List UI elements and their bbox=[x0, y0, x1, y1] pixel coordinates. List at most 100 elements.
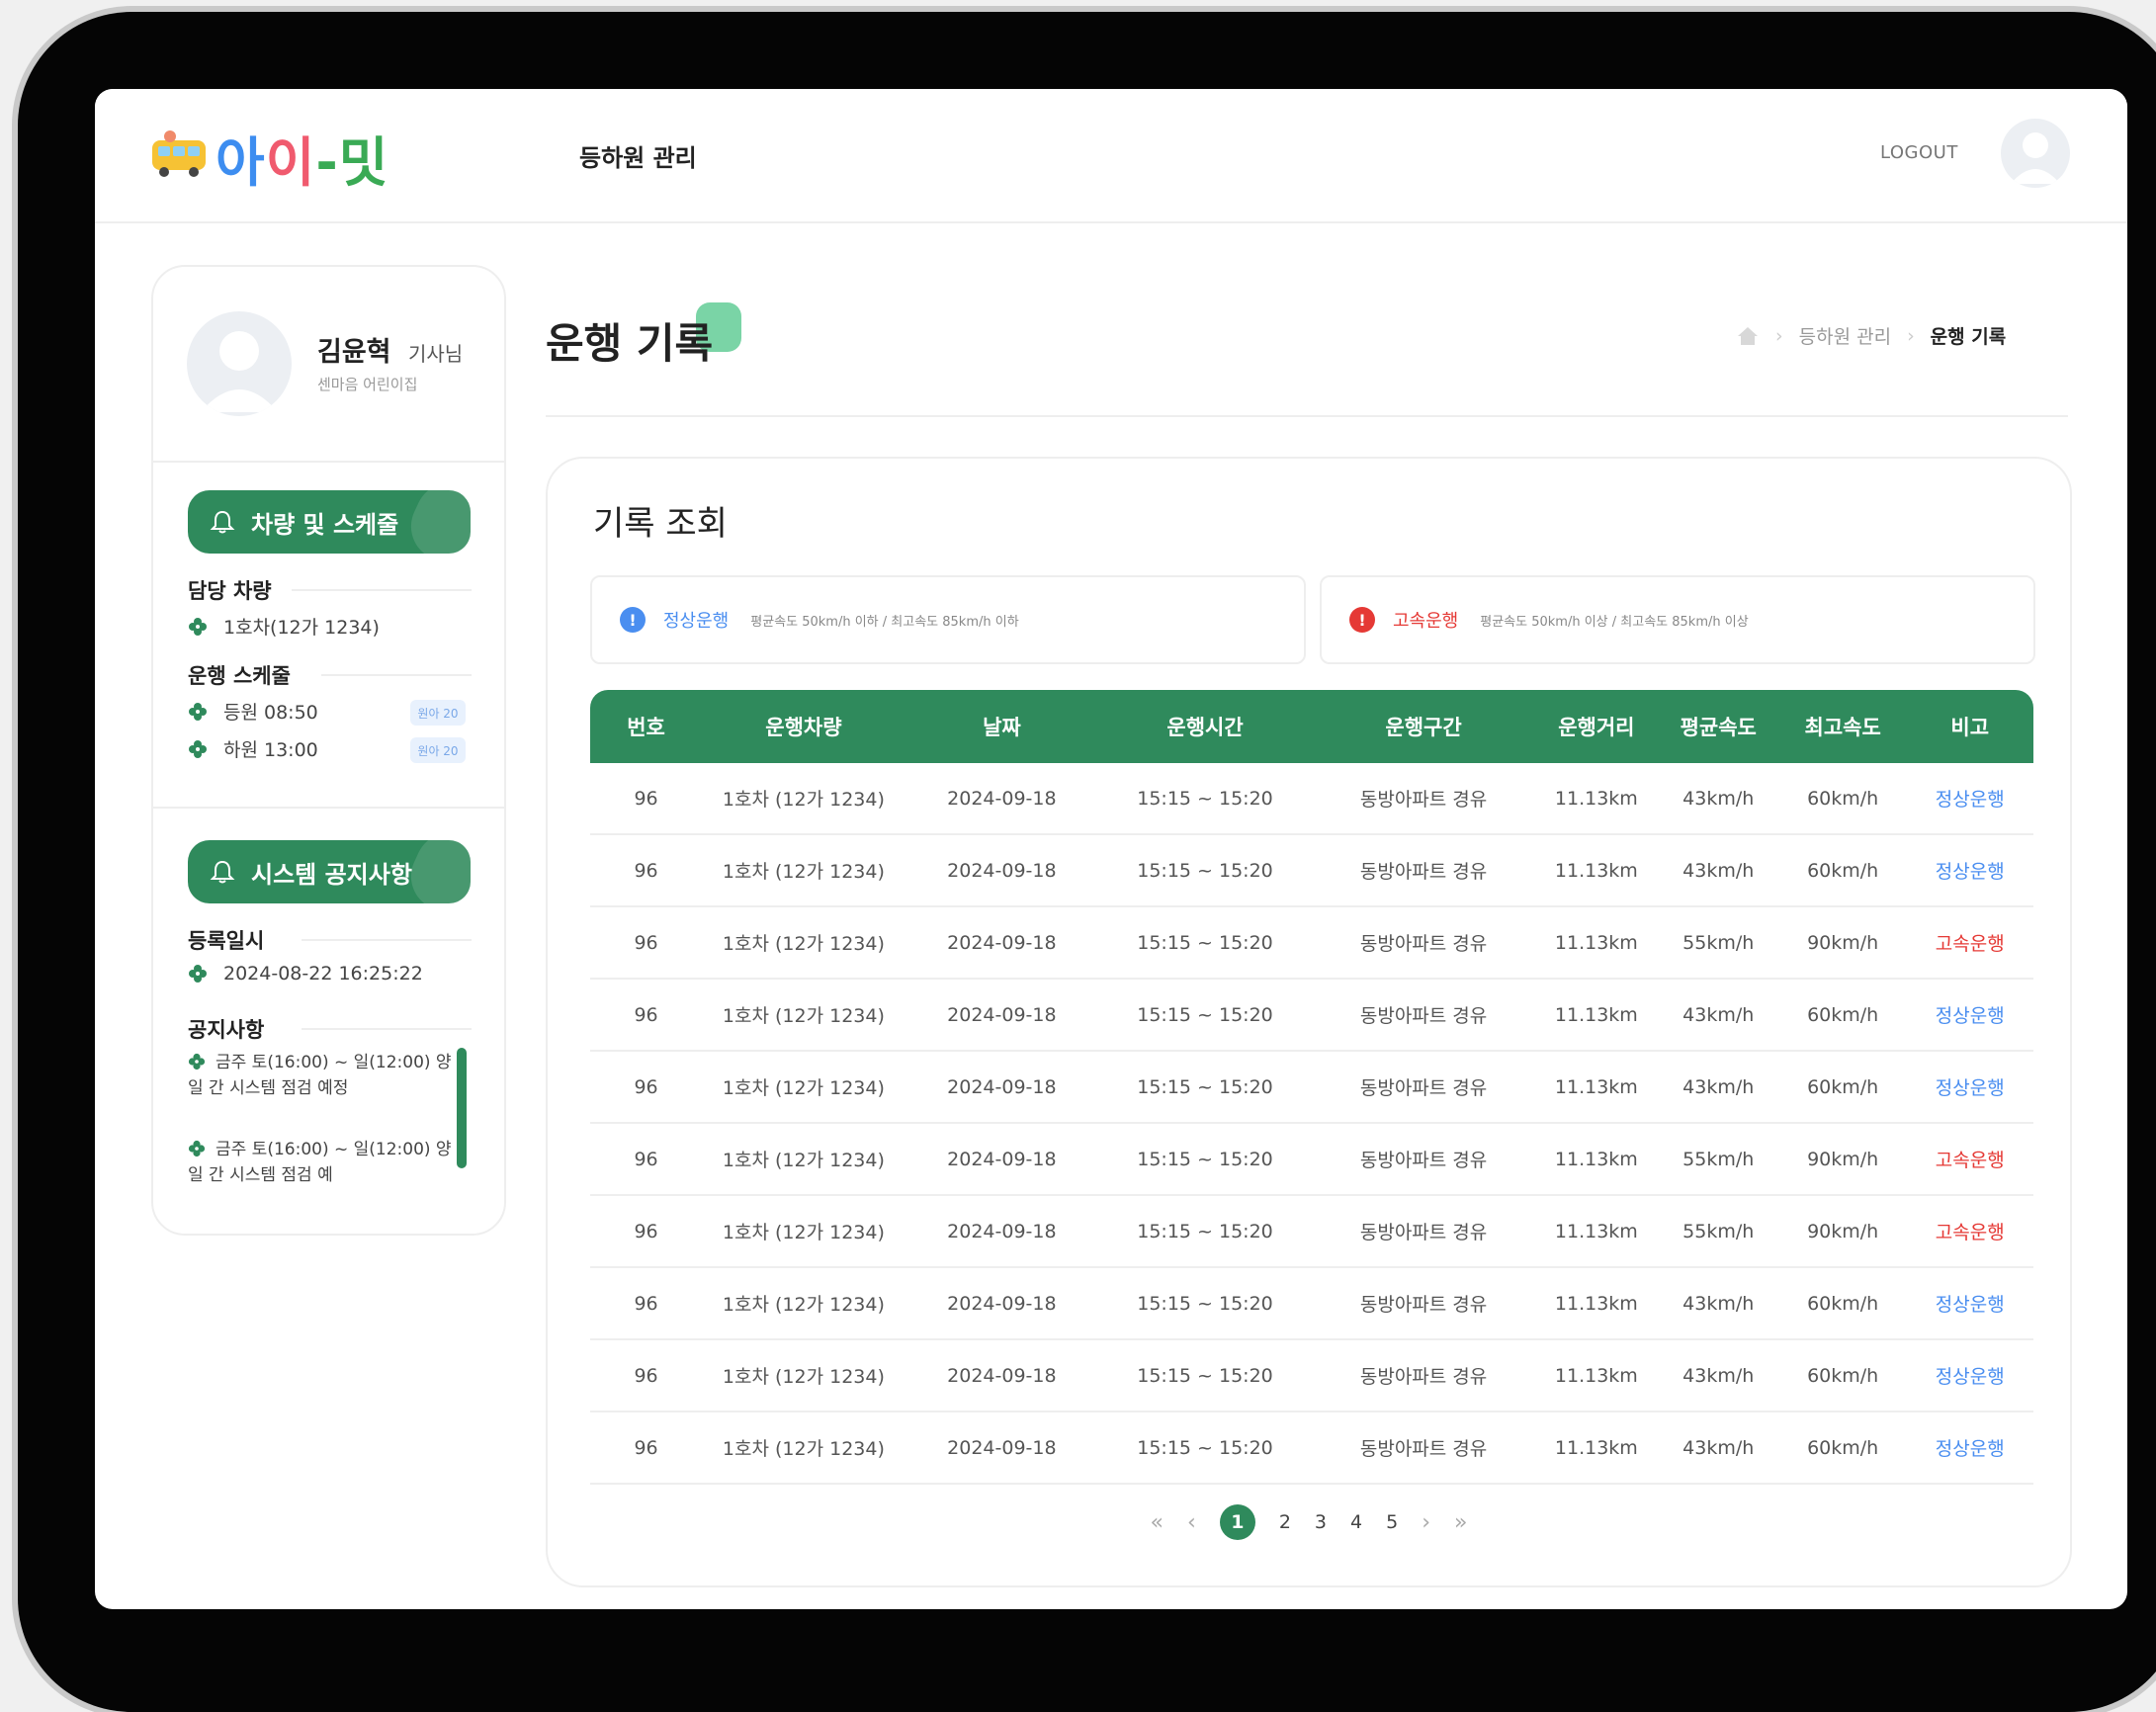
section-divider bbox=[153, 807, 504, 809]
nav-menu-pickup-management[interactable]: 등하원 관리 bbox=[579, 138, 697, 173]
table-cell: 11.13km bbox=[1535, 1412, 1658, 1485]
table-row[interactable]: 96 1호차 (12가 1234) 2024-09-18 15:15 ~ 15:20 동… bbox=[590, 1195, 2033, 1268]
records-table-wrapper: 번호 운행차량 날짜 운행시간 운행구간 운행거리 평균속도 최고속도 비고 9… bbox=[590, 690, 2033, 1485]
table-cell: 1호차 (12가 1234) bbox=[702, 834, 906, 907]
table-cell: 60km/h bbox=[1778, 763, 1907, 835]
last-page-button[interactable]: » bbox=[1454, 1510, 1467, 1535]
table-cell: 96 bbox=[590, 1195, 703, 1268]
user-avatar[interactable] bbox=[2001, 119, 2070, 188]
table-cell: 동방아파트 경유 bbox=[1311, 1267, 1536, 1340]
bell-icon bbox=[210, 860, 235, 884]
children-count-badge: 원아 20 bbox=[410, 737, 466, 763]
table-row[interactable]: 96 1호차 (12가 1234) 2024-09-18 15:15 ~ 15:20 동… bbox=[590, 1051, 2033, 1124]
table-cell: 2024-09-18 bbox=[905, 1412, 1099, 1485]
schedule-item: 하원 13:00 bbox=[188, 735, 318, 762]
table-cell: 55km/h bbox=[1657, 906, 1779, 980]
flower-icon bbox=[188, 1140, 206, 1157]
table-cell: 동방아파트 경유 bbox=[1311, 906, 1536, 980]
table-cell: 1호차 (12가 1234) bbox=[702, 1195, 906, 1268]
table-cell: 60km/h bbox=[1778, 1412, 1907, 1485]
table-cell: 90km/h bbox=[1778, 906, 1907, 980]
logo-text: 아이-밋 bbox=[216, 131, 389, 194]
table-cell: 96 bbox=[590, 1267, 703, 1340]
table-row[interactable]: 96 1호차 (12가 1234) 2024-09-18 15:15 ~ 15:20 동… bbox=[590, 906, 2033, 980]
notice-label: 공지사항 bbox=[188, 1018, 265, 1042]
table-cell: 11.13km bbox=[1535, 1267, 1658, 1340]
app-logo[interactable]: 아이-밋 bbox=[150, 115, 447, 194]
table-cell: 55km/h bbox=[1657, 1195, 1779, 1268]
table-cell: 90km/h bbox=[1778, 1123, 1907, 1196]
warning-icon: ! bbox=[1349, 607, 1375, 633]
table-cell: 43km/h bbox=[1657, 1051, 1779, 1124]
status-cell: 정상운행 bbox=[1906, 834, 2033, 907]
flower-icon bbox=[189, 739, 207, 758]
assigned-vehicle-item: 1호차(12가 1234) bbox=[188, 613, 380, 640]
table-row[interactable]: 96 1호차 (12가 1234) 2024-09-18 15:15 ~ 15:20 동… bbox=[590, 1123, 2033, 1196]
logout-button[interactable]: LOGOUT bbox=[1880, 142, 1958, 163]
assigned-vehicle-value: 1호차(12가 1234) bbox=[223, 617, 380, 639]
registered-date-item: 2024-08-22 16:25:22 bbox=[188, 963, 423, 984]
records-table: 번호 운행차량 날짜 운행시간 운행구간 운행거리 평균속도 최고속도 비고 9… bbox=[590, 690, 2033, 1485]
first-page-button[interactable]: « bbox=[1151, 1510, 1164, 1535]
breadcrumb-item[interactable]: 등하원 관리 bbox=[1799, 322, 1891, 349]
table-cell: 15:15 ~ 15:20 bbox=[1098, 906, 1312, 980]
home-icon[interactable] bbox=[1736, 325, 1760, 347]
divider-line bbox=[321, 674, 472, 676]
table-row[interactable]: 96 1호차 (12가 1234) 2024-09-18 15:15 ~ 15:20 동… bbox=[590, 763, 2033, 835]
column-header: 날짜 bbox=[983, 716, 1021, 739]
table-cell: 15:15 ~ 15:20 bbox=[1098, 763, 1312, 835]
page-button-active[interactable]: 1 bbox=[1219, 1504, 1255, 1540]
schedule-item-label: 등원 08:50 bbox=[223, 702, 318, 724]
page-button[interactable]: 2 bbox=[1279, 1511, 1291, 1533]
divider-line bbox=[302, 1028, 472, 1030]
table-cell: 동방아파트 경유 bbox=[1311, 1051, 1536, 1124]
table-row[interactable]: 96 1호차 (12가 1234) 2024-09-18 15:15 ~ 15:20 동… bbox=[590, 1412, 2033, 1485]
notice-scrollbar[interactable] bbox=[457, 1048, 467, 1168]
system-notice-button[interactable]: 시스템 공지사항 bbox=[188, 840, 471, 903]
notice-item[interactable]: 금주 토(16:00) ~ 일(12:00) 양일 간 시스템 점검 예 bbox=[188, 1137, 455, 1188]
records-card: 기록 조회 ! 정상운행 평균속도 50km/h 이하 / 최고속도 85km/… bbox=[546, 457, 2072, 1587]
page-button[interactable]: 5 bbox=[1386, 1511, 1398, 1533]
table-cell: 1호차 (12가 1234) bbox=[702, 1267, 906, 1340]
flower-icon bbox=[189, 617, 207, 636]
status-cell: 고속운행 bbox=[1906, 906, 2033, 980]
status-cell: 고속운행 bbox=[1906, 1195, 2033, 1268]
vehicle-schedule-button[interactable]: 차량 및 스케줄 bbox=[188, 490, 471, 554]
table-cell: 1호차 (12가 1234) bbox=[702, 1123, 906, 1196]
column-header: 운행거리 bbox=[1558, 716, 1635, 739]
table-cell: 2024-09-18 bbox=[905, 979, 1099, 1052]
table-cell: 43km/h bbox=[1657, 1267, 1779, 1340]
table-cell: 동방아파트 경유 bbox=[1311, 979, 1536, 1052]
column-header: 운행구간 bbox=[1385, 716, 1462, 739]
page-button[interactable]: 4 bbox=[1350, 1511, 1362, 1533]
table-cell: 43km/h bbox=[1657, 1412, 1779, 1485]
table-cell: 15:15 ~ 15:20 bbox=[1098, 1051, 1312, 1124]
pagination: « ‹ 1 2 3 4 5 › » bbox=[548, 1504, 2070, 1540]
table-row[interactable]: 96 1호차 (12가 1234) 2024-09-18 15:15 ~ 15:20 동… bbox=[590, 979, 2033, 1052]
table-cell: 55km/h bbox=[1657, 1123, 1779, 1196]
table-cell: 96 bbox=[590, 906, 703, 980]
tablet-frame: 아이-밋 등하원 관리 LOGOUT 김윤혁 기사님 센마음 어린이집 차량 및… bbox=[18, 12, 2156, 1712]
breadcrumb-current: 운행 기록 bbox=[1930, 326, 2007, 348]
table-row[interactable]: 96 1호차 (12가 1234) 2024-09-18 15:15 ~ 15:20 동… bbox=[590, 834, 2033, 907]
status-cell: 정상운행 bbox=[1906, 1267, 2033, 1340]
notice-item[interactable]: 금주 토(16:00) ~ 일(12:00) 양일 간 시스템 점검 예정 bbox=[188, 1050, 455, 1101]
table-cell: 1호차 (12가 1234) bbox=[702, 1051, 906, 1124]
table-cell: 15:15 ~ 15:20 bbox=[1098, 1123, 1312, 1196]
table-row[interactable]: 96 1호차 (12가 1234) 2024-09-18 15:15 ~ 15:20 동… bbox=[590, 1267, 2033, 1340]
table-row[interactable]: 96 1호차 (12가 1234) 2024-09-18 15:15 ~ 15:20 동… bbox=[590, 1339, 2033, 1412]
prev-page-button[interactable]: ‹ bbox=[1187, 1510, 1196, 1535]
table-cell: 동방아파트 경유 bbox=[1311, 1412, 1536, 1485]
table-cell: 60km/h bbox=[1778, 979, 1907, 1052]
status-cell: 정상운행 bbox=[1906, 763, 2033, 835]
legend-normal-description: 평균속도 50km/h 이하 / 최고속도 85km/h 이하 bbox=[750, 614, 1019, 630]
top-header: 아이-밋 등하원 관리 LOGOUT bbox=[95, 89, 2127, 223]
status-cell: 고속운행 bbox=[1906, 1123, 2033, 1196]
next-page-button[interactable]: › bbox=[1422, 1510, 1430, 1535]
page-button[interactable]: 3 bbox=[1315, 1511, 1327, 1533]
status-cell: 정상운행 bbox=[1906, 979, 2033, 1052]
button-decoration bbox=[399, 490, 471, 554]
table-cell: 동방아파트 경유 bbox=[1311, 1195, 1536, 1268]
legend-normal: ! 정상운행 평균속도 50km/h 이하 / 최고속도 85km/h 이하 bbox=[590, 575, 1306, 664]
column-header: 운행차량 bbox=[765, 716, 842, 739]
